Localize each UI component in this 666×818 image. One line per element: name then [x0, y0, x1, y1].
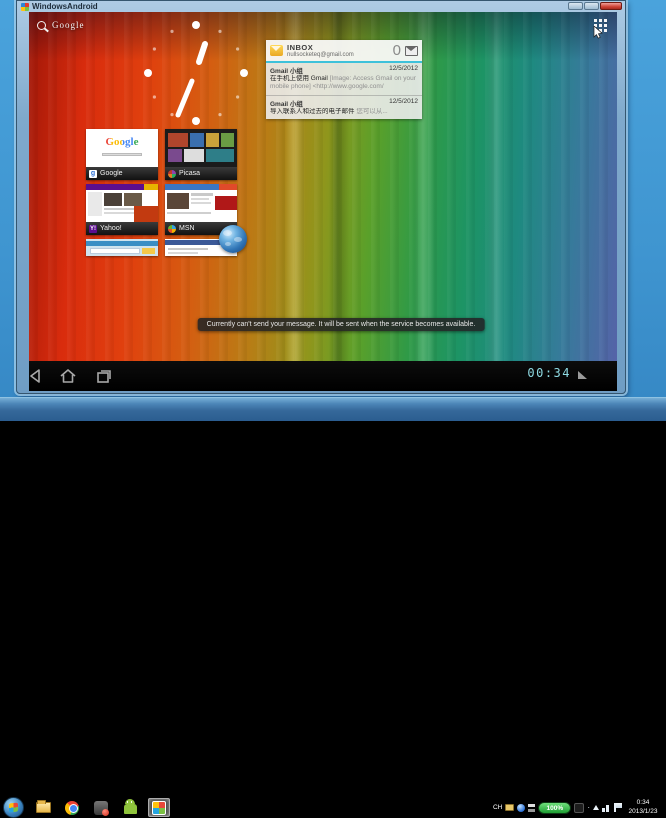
bookmark-picasa[interactable]: Picasa: [165, 129, 237, 180]
taskbar-chrome-button[interactable]: [61, 798, 83, 817]
bookmark-label: Google: [100, 170, 123, 177]
taskbar-explorer-button[interactable]: [32, 798, 54, 817]
google-thumbnail: Google: [86, 129, 158, 167]
battery-indicator[interactable]: 100%: [538, 801, 572, 814]
browser-globe-icon[interactable]: [219, 225, 247, 253]
tray-separator: ·: [587, 803, 590, 812]
email-sender: Gmail 小组: [270, 68, 303, 75]
app-window-icon: [21, 2, 29, 11]
windows-taskbar: CH 100% · 0:34 2013/1/23: [0, 397, 666, 818]
start-button[interactable]: [3, 797, 24, 818]
android-navbar: 00:34: [29, 361, 617, 391]
mouse-cursor-icon: [593, 26, 603, 39]
chrome-icon: [65, 800, 79, 815]
msn-thumbnail: [165, 184, 237, 222]
search-label: Google: [52, 20, 85, 30]
language-indicator[interactable]: CH: [493, 804, 502, 811]
red-badge-app-icon: [94, 800, 109, 816]
explorer-icon: [35, 800, 51, 813]
picasa-icon: [168, 169, 176, 178]
toast-message: Currently can't send your message. It wi…: [197, 318, 485, 331]
bookmark-label: Yahoo!: [100, 225, 122, 232]
hour-hand: [196, 41, 208, 65]
inbox-account: nullsocketeq@gmail.com: [287, 51, 354, 58]
email-row[interactable]: Gmail 小组 12/5/2012 在手机上使用 Gmail [Image: …: [266, 63, 422, 96]
back-icon[interactable]: [29, 368, 41, 384]
gmail-inbox-widget[interactable]: INBOX nullsocketeq@gmail.com 0 Gmail 小组 …: [266, 40, 422, 120]
unread-count: 0: [392, 42, 401, 59]
close-button[interactable]: [600, 2, 622, 10]
windowsandroid-icon: [152, 800, 166, 815]
taskbar-date: 2013/1/23: [628, 808, 658, 816]
taskbar-time: 0:34: [636, 799, 650, 806]
bookmark-label: Picasa: [179, 170, 201, 177]
picasa-thumbnail: [165, 129, 237, 167]
tray-folder-icon[interactable]: [505, 804, 515, 811]
tray-blue-app-icon[interactable]: [517, 803, 526, 812]
yahoo-icon: Y!: [89, 224, 97, 233]
recents-icon[interactable]: [95, 368, 113, 384]
email-subject: 在手机上使用 Gmail: [270, 75, 328, 82]
status-clock[interactable]: 00:34: [527, 366, 571, 380]
email-snippet: 您可以从...: [356, 108, 388, 115]
signal-icon: [578, 371, 587, 379]
email-sender: Gmail 小组: [270, 101, 303, 108]
window-title: WindowsAndroid: [32, 1, 98, 11]
tray-dark-app-icon[interactable]: [574, 802, 585, 813]
email-date: 12/5/2012: [389, 65, 418, 72]
google-logo-text: Google: [86, 136, 158, 148]
show-hidden-icons-button[interactable]: [593, 805, 599, 810]
taskbar-clock[interactable]: 0:34 2013/1/23: [622, 798, 664, 817]
google-icon: g: [89, 169, 97, 178]
window-titlebar[interactable]: WindowsAndroid: [17, 1, 625, 12]
android-robot-icon: [123, 799, 137, 814]
email-date: 12/5/2012: [389, 98, 418, 105]
email-subject: 导入联系人和过去的电子邮件: [270, 108, 355, 115]
search-icon: [37, 20, 46, 30]
msn-icon: [168, 224, 176, 233]
tray-stack-icon[interactable]: [528, 803, 536, 812]
taskbar-windowsandroid-button-active[interactable]: [148, 798, 170, 817]
android-screen: Google INBOX nullsocketeq@gmail.com 0 Gm…: [29, 12, 617, 391]
compose-icon[interactable]: [405, 45, 418, 56]
analog-clock-widget[interactable]: [141, 18, 251, 128]
taskbar-app-button[interactable]: [90, 798, 112, 817]
windows-flag-icon: [9, 802, 18, 813]
taskbar-android-app-button[interactable]: [119, 798, 141, 817]
windowsandroid-window: WindowsAndroid Google INBOX nullsocketeq…: [16, 0, 626, 394]
network-icon[interactable]: [602, 803, 611, 812]
email-row[interactable]: Gmail 小组 12/5/2012 导入联系人和过去的电子邮件 您可以从...: [266, 96, 422, 119]
yahoo-thumbnail: [86, 184, 158, 222]
minute-hand: [175, 78, 195, 118]
google-search-widget[interactable]: Google: [37, 17, 85, 33]
minimize-button[interactable]: [568, 2, 583, 10]
maximize-button[interactable]: [584, 2, 599, 10]
bookmark-partial[interactable]: [86, 239, 158, 256]
inbox-header[interactable]: INBOX nullsocketeq@gmail.com 0: [266, 40, 422, 61]
bookmark-yahoo[interactable]: Y! Yahoo!: [86, 184, 158, 235]
bookmark-label: MSN: [179, 225, 195, 232]
home-icon[interactable]: [59, 368, 77, 384]
inbox-title: INBOX: [287, 42, 314, 52]
action-center-flag-icon[interactable]: [614, 803, 622, 812]
gmail-icon: [270, 45, 283, 56]
bookmark-google[interactable]: Google g Google: [86, 129, 158, 180]
